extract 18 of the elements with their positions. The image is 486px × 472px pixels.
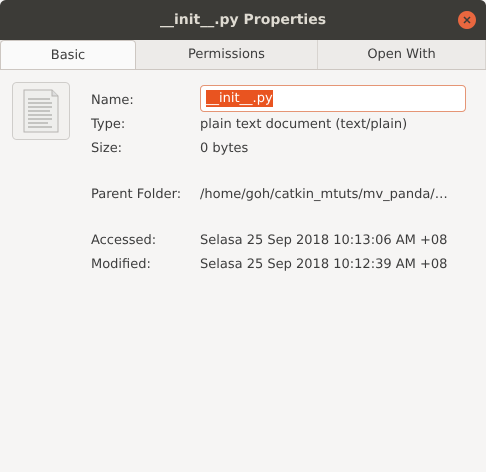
field-value: Selasa 25 Sep 2018 10:12:39 AM +08 bbox=[200, 256, 448, 272]
field-value: 0 bytes bbox=[200, 140, 248, 156]
name-field[interactable]: __init__.py bbox=[200, 84, 466, 112]
field-label: Modified: bbox=[91, 256, 152, 272]
field-label: Accessed: bbox=[91, 232, 158, 248]
field-label: Name: bbox=[91, 92, 135, 108]
text-file-icon bbox=[12, 82, 70, 140]
window-title: __init__.py Properties bbox=[160, 12, 326, 28]
field-value: /home/goh/catkin_mtuts/mv_panda/… bbox=[200, 186, 448, 202]
close-icon[interactable] bbox=[458, 11, 476, 29]
field-value: Selasa 25 Sep 2018 10:13:06 AM +08 bbox=[200, 232, 448, 248]
field-label: Parent Folder: bbox=[91, 186, 182, 202]
tab[interactable]: Open With bbox=[318, 40, 486, 69]
field-label: Size: bbox=[91, 140, 124, 156]
tab[interactable]: Basic bbox=[0, 40, 136, 69]
field-label: Type: bbox=[91, 116, 126, 132]
tab[interactable]: Permissions bbox=[136, 40, 318, 69]
field-value: plain text document (text/plain) bbox=[200, 116, 408, 132]
